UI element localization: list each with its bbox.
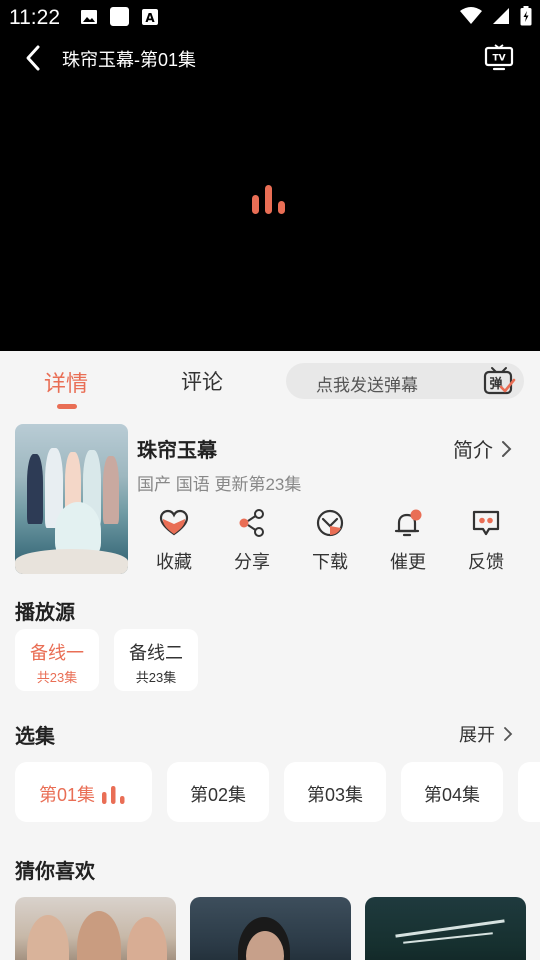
- recommend-card[interactable]: [190, 897, 351, 960]
- download-button[interactable]: 下载: [300, 508, 360, 574]
- episode-item[interactable]: 第01集: [15, 762, 152, 822]
- episode-item[interactable]: 第04集: [401, 762, 503, 822]
- bell-icon: [394, 509, 422, 537]
- tab-detail[interactable]: 详情: [44, 366, 88, 398]
- battery-icon: [520, 6, 532, 26]
- svg-text:A: A: [145, 11, 155, 25]
- show-title: 珠帘玉幕: [137, 440, 217, 462]
- show-meta: 国产 国语 更新第23集: [137, 475, 302, 494]
- favorite-label: 收藏: [156, 552, 192, 572]
- detail-tabs: 详情 评论 点我发送弹幕 弹: [0, 351, 540, 411]
- chevron-right-icon: [502, 440, 512, 457]
- expand-episodes-button[interactable]: 展开: [459, 721, 513, 747]
- episode-label: 第02集: [189, 785, 247, 805]
- danmu-icon-text: 弹: [489, 376, 502, 392]
- show-poster[interactable]: [15, 424, 128, 574]
- video-title: 珠帘玉幕-第01集: [62, 50, 197, 70]
- status-bar: 11:22 A: [0, 0, 540, 36]
- source-line-1[interactable]: 备线一 共23集: [15, 629, 99, 691]
- now-playing-icon: [102, 786, 125, 804]
- recommend-card[interactable]: [15, 897, 176, 960]
- source-count: 共23集: [36, 670, 78, 685]
- episode-label: 第03集: [306, 785, 364, 805]
- share-button[interactable]: 分享: [222, 508, 282, 574]
- status-time: 11:22: [9, 6, 60, 29]
- feedback-label: 反馈: [468, 552, 504, 572]
- episode-label: 第01集: [39, 785, 96, 805]
- share-icon: [239, 509, 264, 537]
- wifi-icon: [460, 7, 482, 24]
- svg-text:TV: TV: [492, 54, 505, 64]
- back-arrow-icon[interactable]: [20, 44, 48, 72]
- episode-item[interactable]: 第03集: [284, 762, 386, 822]
- sources-title: 播放源: [15, 602, 75, 624]
- loading-icon: [252, 185, 285, 214]
- app-notification-icon: [110, 7, 129, 26]
- tab-active-indicator: [57, 404, 77, 409]
- episodes-title: 选集: [15, 726, 55, 748]
- source-name: 备线一: [30, 643, 84, 663]
- video-player[interactable]: 11:22 A 珠帘玉幕-第01集 TV: [0, 0, 540, 351]
- remind-update-button[interactable]: 催更: [378, 508, 438, 574]
- intro-label: 简介: [453, 440, 493, 462]
- source-count: 共23集: [135, 670, 177, 685]
- favorite-heart-icon: [159, 509, 189, 536]
- danmu-toggle-icon[interactable]: 弹: [482, 365, 516, 397]
- signal-icon: [493, 8, 509, 24]
- episode-item-partial[interactable]: [518, 762, 540, 822]
- recommend-title: 猜你喜欢: [15, 861, 95, 883]
- recommend-card[interactable]: [365, 897, 526, 960]
- source-line-2[interactable]: 备线二 共23集: [114, 629, 198, 691]
- chevron-right-icon: [504, 727, 513, 741]
- download-icon: [316, 509, 344, 537]
- danmu-input[interactable]: 点我发送弹幕 弹: [286, 363, 524, 399]
- expand-label: 展开: [459, 725, 495, 745]
- font-notification-icon: A: [142, 8, 158, 25]
- image-notification-icon: [81, 9, 97, 24]
- episode-item[interactable]: 第02集: [167, 762, 269, 822]
- source-name: 备线二: [129, 643, 183, 663]
- danmu-placeholder: 点我发送弹幕: [316, 376, 418, 396]
- favorite-button[interactable]: 收藏: [144, 508, 204, 574]
- tv-cast-icon[interactable]: TV: [484, 44, 514, 72]
- remind-update-label: 催更: [390, 552, 426, 572]
- tab-comments[interactable]: 评论: [181, 366, 223, 396]
- feedback-button[interactable]: 反馈: [456, 508, 516, 574]
- episode-label: 第04集: [423, 785, 481, 805]
- download-label: 下载: [312, 552, 348, 572]
- share-label: 分享: [234, 552, 270, 572]
- feedback-icon: [472, 510, 500, 536]
- intro-button[interactable]: 简介: [453, 434, 513, 463]
